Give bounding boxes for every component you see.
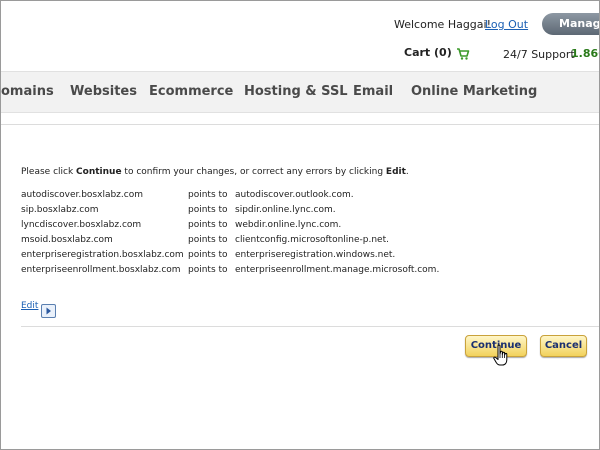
page-frame: Welcome Haggai! Log Out Manage Cart (0) … [0,0,600,450]
record-host: lyncdiscover.bosxlabz.com [21,220,142,230]
nav-item-email[interactable]: Email [353,84,393,99]
cart-link[interactable]: Cart (0) [404,46,452,59]
record-target: clientconfig.microsoftonline-p.net. [235,235,389,245]
record-target: webdir.online.lync.com. [235,220,342,230]
record-target: sipdir.online.lync.com. [235,205,336,215]
hand-cursor-icon [493,344,511,368]
header-divider [1,124,599,125]
nav-item-ecommerce[interactable]: Ecommerce [149,84,233,99]
support-label: 24/7 Support [503,48,575,61]
nav-item-websites[interactable]: Websites [70,84,137,99]
manage-button[interactable]: Manage [542,13,599,35]
record-relation: points to [188,265,228,275]
record-host: autodiscover.bosxlabz.com [21,190,143,200]
main-nav: omains Websites Ecommerce Hosting & SSL … [1,71,599,113]
record-target: enterpriseregistration.windows.net. [235,250,396,260]
nav-item-domains[interactable]: omains [1,84,54,99]
record-relation: points to [188,205,228,215]
welcome-text: Welcome Haggai! [394,18,491,31]
nav-item-hosting-ssl[interactable]: Hosting & SSL [244,84,348,99]
record-target: autodiscover.outlook.com. [235,190,354,200]
record-relation: points to [188,190,228,200]
record-host: enterpriseregistration.bosxlabz.com [21,250,184,260]
support-phone: 1.866 [571,47,599,60]
edit-link[interactable]: Edit [21,301,38,311]
instructions-text: Please click Continue to confirm your ch… [21,167,409,177]
record-relation: points to [188,250,228,260]
instruction-continue-word: Continue [76,167,122,177]
record-relation: points to [188,235,228,245]
actions-divider [21,326,599,327]
cancel-button[interactable]: Cancel [540,335,587,357]
record-host: msoid.bosxlabz.com [21,235,113,245]
record-relation: points to [188,220,228,230]
arrow-right-icon[interactable] [41,304,56,318]
logout-link[interactable]: Log Out [485,18,528,31]
record-target: enterpriseenrollment.manage.microsoft.co… [235,265,440,275]
instruction-edit-word: Edit [385,167,406,177]
cart-icon[interactable] [456,46,470,60]
record-host: enterpriseenrollment.bosxlabz.com [21,265,181,275]
record-host: sip.bosxlabz.com [21,205,99,215]
nav-item-online-marketing[interactable]: Online Marketing [411,84,537,99]
